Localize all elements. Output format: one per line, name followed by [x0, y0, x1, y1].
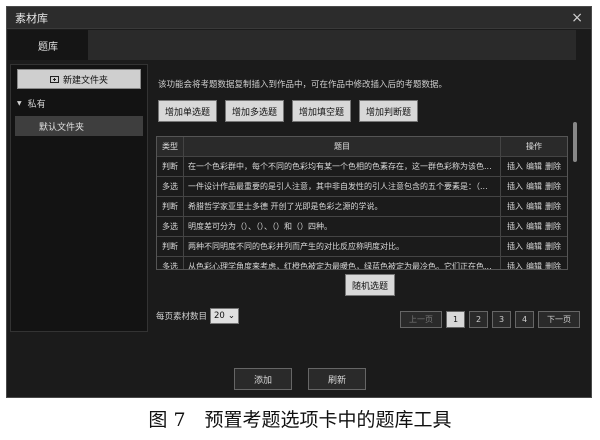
page-button-3[interactable]: 3	[492, 311, 511, 328]
row-actions: 插入 编辑 删除	[501, 157, 567, 176]
page-button-2[interactable]: 2	[469, 311, 488, 328]
tree-root-private[interactable]: ▼ 私有	[17, 97, 147, 110]
prev-page-button[interactable]: 上一页	[400, 311, 442, 328]
table-row: 多选 从色彩心理学角度来考虑，红橙色被定为最暖色，绿蓝色被定为最冷色。它们正在色.…	[157, 257, 567, 270]
row-type: 判断	[157, 237, 184, 256]
row-actions: 插入 编辑 删除	[501, 197, 567, 216]
per-page-select[interactable]: 20 ⌄	[210, 308, 239, 324]
edit-link[interactable]: 编辑	[526, 181, 542, 192]
edit-link[interactable]: 编辑	[526, 221, 542, 232]
row-actions: 插入 编辑 删除	[501, 237, 567, 256]
table-header: 类型 题目 操作	[157, 137, 567, 157]
row-actions: 插入 编辑 删除	[501, 257, 567, 269]
header-type: 类型	[157, 137, 184, 156]
row-question-text: 一件设计作品最重要的是引人注意，其中非自发性的引人注意包含的五个要素是：（...	[188, 182, 488, 191]
row-question-text: 在一个色彩群中，每个不同的色彩均有某一个色相的色素存在，这一群色彩称为该色...	[188, 162, 492, 171]
insert-link[interactable]: 插入	[507, 181, 523, 192]
delete-link[interactable]: 删除	[545, 221, 561, 232]
row-question: 一件设计作品最重要的是引人注意，其中非自发性的引人注意包含的五个要素是：（...	[184, 177, 501, 196]
row-type: 多选	[157, 257, 184, 269]
per-page-value: 20	[214, 311, 225, 321]
close-icon[interactable]: ×	[571, 11, 583, 25]
table-scrollbar[interactable]	[573, 122, 577, 162]
per-page-label: 每页素材数目	[156, 312, 208, 322]
folder-plus-icon	[49, 76, 59, 83]
row-question: 明度差可分为（）、（）、（）和（）四种。	[184, 217, 501, 236]
add-button[interactable]: 添加	[234, 368, 292, 390]
row-question: 希腊哲学家亚里士多德 开创了光即是色彩之源的学说。	[184, 197, 501, 216]
row-question: 在一个色彩群中，每个不同的色彩均有某一个色相的色素存在，这一群色彩称为该色...	[184, 157, 501, 176]
folder-sidebar: 新建文件夹 ▼ 私有 默认文件夹	[10, 64, 148, 332]
row-question-text: 希腊哲学家亚里士多德 开创了光即是色彩之源的学说。	[188, 202, 383, 211]
question-table: 类型 题目 操作 判断 在一个色彩群中，每个不同的色彩均有某一个色相的色素存在，这…	[156, 136, 568, 270]
row-type: 多选	[157, 217, 184, 236]
tab-question-bank[interactable]: 题库	[8, 30, 88, 60]
new-folder-button[interactable]: 新建文件夹	[17, 69, 141, 89]
row-actions: 插入 编辑 删除	[501, 177, 567, 196]
insert-link[interactable]: 插入	[507, 261, 523, 269]
header-question: 题目	[184, 137, 501, 156]
sidebar-item-label: 默认文件夹	[39, 122, 85, 133]
row-question-text: 两种不同明度不同的色彩并列而产生的对比反应称明度对比。	[188, 242, 404, 251]
new-folder-label: 新建文件夹	[62, 75, 108, 86]
delete-link[interactable]: 删除	[545, 261, 561, 269]
insert-link[interactable]: 插入	[507, 221, 523, 232]
row-type: 判断	[157, 157, 184, 176]
edit-link[interactable]: 编辑	[526, 261, 542, 269]
add-single-choice-button[interactable]: 增加单选题	[158, 100, 218, 122]
random-select-button[interactable]: 随机选题	[345, 274, 395, 296]
window-title: 素材库	[15, 11, 48, 25]
add-question-toolbar: 增加单选题 增加多选题 增加填空题 增加判断题	[158, 100, 419, 122]
row-question: 两种不同明度不同的色彩并列而产生的对比反应称明度对比。	[184, 237, 501, 256]
add-fill-blank-button[interactable]: 增加填空题	[292, 100, 352, 122]
row-question-text: 从色彩心理学角度来考虑，红橙色被定为最暖色，绿蓝色被定为最冷色。它们正在色...	[188, 262, 492, 270]
table-row: 判断 希腊哲学家亚里士多德 开创了光即是色彩之源的学说。 插入 编辑 删除	[157, 197, 567, 217]
caret-down-icon: ▼	[17, 100, 22, 107]
add-multiple-choice-button[interactable]: 增加多选题	[225, 100, 285, 122]
page-button-1[interactable]: 1	[446, 311, 465, 328]
delete-link[interactable]: 删除	[545, 181, 561, 192]
delete-link[interactable]: 删除	[545, 161, 561, 172]
row-actions: 插入 编辑 删除	[501, 217, 567, 236]
next-page-button[interactable]: 下一页	[538, 311, 580, 328]
delete-link[interactable]: 删除	[545, 241, 561, 252]
figure-caption: 图 7 预置考题选项卡中的题库工具	[148, 409, 452, 431]
delete-link[interactable]: 删除	[545, 201, 561, 212]
table-row: 判断 两种不同明度不同的色彩并列而产生的对比反应称明度对比。 插入 编辑 删除	[157, 237, 567, 257]
pagination: 上一页 1 2 3 4 下一页	[400, 311, 580, 328]
chevron-down-icon: ⌄	[227, 311, 235, 321]
per-page-control: 每页素材数目 20 ⌄	[156, 308, 239, 324]
row-type: 判断	[157, 197, 184, 216]
table-row: 多选 明度差可分为（）、（）、（）和（）四种。 插入 编辑 删除	[157, 217, 567, 237]
refresh-button[interactable]: 刷新	[308, 368, 366, 390]
add-true-false-button[interactable]: 增加判断题	[359, 100, 419, 122]
table-body: 判断 在一个色彩群中，每个不同的色彩均有某一个色相的色素存在，这一群色彩称为该色.…	[157, 157, 567, 270]
sidebar-item-default-folder[interactable]: 默认文件夹	[15, 116, 143, 136]
table-row: 多选 一件设计作品最重要的是引人注意，其中非自发性的引人注意包含的五个要素是：（.…	[157, 177, 567, 197]
insert-link[interactable]: 插入	[507, 201, 523, 212]
row-question: 从色彩心理学角度来考虑，红橙色被定为最暖色，绿蓝色被定为最冷色。它们正在色...	[184, 257, 501, 270]
header-action: 操作	[526, 142, 542, 151]
title-bar: 素材库 ×	[7, 7, 591, 29]
edit-link[interactable]: 编辑	[526, 201, 542, 212]
info-text: 该功能会将考题数据复制插入到作品中，可在作品中修改插入后的考题数据。	[158, 80, 448, 90]
insert-link[interactable]: 插入	[507, 241, 523, 252]
table-row: 判断 在一个色彩群中，每个不同的色彩均有某一个色相的色素存在，这一群色彩称为该色.…	[157, 157, 567, 177]
insert-link[interactable]: 插入	[507, 161, 523, 172]
tab-bar: 题库	[8, 30, 576, 60]
edit-link[interactable]: 编辑	[526, 161, 542, 172]
page-button-4[interactable]: 4	[515, 311, 534, 328]
row-question-text: 明度差可分为（）、（）、（）和（）四种。	[188, 222, 332, 231]
tree-root-label: 私有	[27, 100, 46, 110]
row-type: 多选	[157, 177, 184, 196]
edit-link[interactable]: 编辑	[526, 241, 542, 252]
